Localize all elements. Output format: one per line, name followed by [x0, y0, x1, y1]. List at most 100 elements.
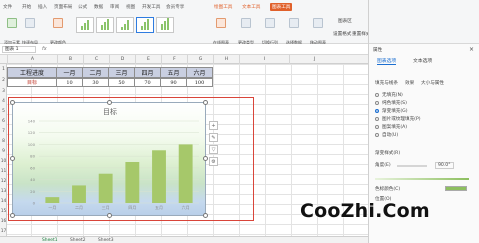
col-header-h[interactable]: H [213, 55, 239, 64]
resize-handle-right[interactable] [203, 156, 208, 161]
bar-chart[interactable]: 目标 0 20 40 60 80 100 120 140 一月 二月 三月 四月 五月 六月 [13, 103, 207, 217]
menu-chart-tools[interactable]: 图表工具 [270, 3, 293, 11]
row-header-13[interactable]: 13 [0, 189, 7, 194]
row-header-10[interactable]: 10 [0, 159, 7, 164]
menu-text-tools[interactable]: 文本工具 [242, 4, 260, 10]
cell-value-4[interactable]: 70 [135, 78, 161, 87]
option-picture-fill[interactable]: 图片或纹理填充(P) [382, 116, 421, 122]
col-header-f[interactable]: F [161, 55, 187, 64]
row-header-3[interactable]: 3 [0, 89, 7, 94]
resize-handle-top-left[interactable] [10, 100, 15, 105]
subtab-size[interactable]: 大小与属性 [421, 80, 444, 86]
option-pattern-fill[interactable]: 图案填充(A) [382, 124, 407, 130]
cell-month-3[interactable]: 三月 [109, 67, 135, 78]
option-solid-fill[interactable]: 纯色填充(S) [382, 100, 407, 106]
sheet-tab-3[interactable]: Sheet3 [98, 238, 114, 243]
bar-2[interactable] [72, 185, 86, 203]
row-header-15[interactable]: 15 [0, 209, 7, 214]
cell-value-2[interactable]: 30 [83, 78, 109, 87]
col-header-j[interactable]: J [289, 55, 339, 64]
bar-4[interactable] [125, 162, 140, 203]
resize-handle-bottom-left[interactable] [10, 213, 15, 218]
row-header-9[interactable]: 9 [0, 149, 7, 154]
row-header-4[interactable]: 4 [0, 99, 7, 104]
row-header-12[interactable]: 12 [0, 179, 7, 184]
menu-review[interactable]: 审阅 [110, 4, 119, 10]
bar-3[interactable] [98, 173, 113, 203]
subtab-fill-line[interactable]: 填充与线条 [375, 80, 398, 86]
change-color-button[interactable]: 更改颜色 [50, 18, 66, 46]
resize-handle-top-right[interactable] [203, 100, 208, 105]
resize-handle-left[interactable] [10, 156, 15, 161]
close-icon[interactable]: × [469, 46, 474, 53]
chart-filter-icon[interactable]: ▽ [209, 145, 218, 154]
col-header-b[interactable]: B [57, 55, 83, 64]
bar-6[interactable] [178, 144, 193, 203]
menu-data[interactable]: 数据 [94, 4, 103, 10]
menu-formula[interactable]: 公式 [78, 4, 87, 10]
chart-settings-icon[interactable]: ⚙ [209, 157, 218, 166]
chart-area[interactable]: 目标 0 20 40 60 80 100 120 140 一月 二月 三月 四月 五月 六月 [12, 102, 206, 216]
change-type-button[interactable]: 更改类型 [238, 18, 254, 46]
select-data-button[interactable]: 选择数据 [286, 18, 302, 46]
online-chart-button[interactable]: 在线图表 [213, 18, 229, 46]
row-header-16[interactable]: 16 [0, 219, 7, 224]
col-header-g[interactable]: G [187, 55, 213, 64]
row-header-1[interactable]: 1 [0, 67, 7, 72]
chart-elements-icon[interactable]: + [209, 121, 218, 130]
menu-insert[interactable]: 插入 [38, 4, 47, 10]
add-element-button[interactable]: 添加元素 [4, 18, 20, 46]
tab-chart-options[interactable]: 图表选项 [377, 57, 397, 65]
option-auto-fill[interactable]: 自动(U) [382, 132, 398, 138]
chart-style-thumb-2[interactable] [96, 17, 114, 33]
angle-slider[interactable] [397, 165, 427, 167]
format-button[interactable]: 设置格式 [333, 31, 351, 37]
row-header-14[interactable]: 14 [0, 199, 7, 204]
radio-auto-fill[interactable] [375, 133, 379, 137]
resize-handle-bottom-right[interactable] [203, 213, 208, 218]
chart-style-thumb-5[interactable] [156, 17, 174, 33]
row-header-8[interactable]: 8 [0, 139, 7, 144]
fx-icon[interactable]: fx [42, 46, 47, 52]
chart-style-thumb-1[interactable] [76, 17, 94, 33]
radio-gradient-fill[interactable] [375, 109, 379, 113]
stop-color-swatch[interactable] [445, 186, 467, 191]
tab-text-options[interactable]: 文本选项 [413, 57, 432, 64]
cell-value-1[interactable]: 10 [57, 78, 83, 87]
bar-5[interactable] [152, 150, 166, 203]
angle-input[interactable]: 90.0° [435, 162, 454, 169]
menu-home[interactable]: 开始 [22, 4, 31, 10]
cell-month-6[interactable]: 六月 [187, 67, 213, 78]
bar-1[interactable] [45, 197, 60, 203]
row-header-11[interactable]: 11 [0, 169, 7, 174]
gradient-stops-bar[interactable] [375, 178, 469, 180]
radio-solid-fill[interactable] [375, 101, 379, 105]
reset-style-button[interactable]: 重置样式 [352, 31, 368, 37]
chart-area-select[interactable]: 图表区 [338, 18, 352, 24]
cell-value-5[interactable]: 90 [161, 78, 187, 87]
switch-rowcol-button[interactable]: 切换行列 [262, 18, 278, 46]
option-gradient-fill[interactable]: 渐变填充(G) [382, 108, 408, 114]
resize-handle-top[interactable] [107, 100, 112, 105]
sheet-tab-2[interactable]: Sheet2 [70, 238, 86, 243]
cell-month-4[interactable]: 四月 [135, 67, 161, 78]
menu-vip[interactable]: 会员专享 [166, 4, 184, 10]
option-no-fill[interactable]: 无填充(N) [382, 92, 403, 98]
chart-style-thumb-4[interactable] [136, 17, 154, 33]
chart-style-thumb-3[interactable] [116, 17, 134, 33]
row-header-6[interactable]: 6 [0, 119, 7, 124]
move-chart-button[interactable]: 移动图表 [310, 18, 326, 46]
col-header-a[interactable]: A [7, 55, 57, 64]
cell-month-2[interactable]: 二月 [83, 67, 109, 78]
row-header-2[interactable]: 2 [0, 78, 7, 83]
subtab-effects[interactable]: 效果 [405, 80, 414, 86]
cell-month-5[interactable]: 五月 [161, 67, 187, 78]
cell-value-3[interactable]: 50 [109, 78, 135, 87]
chart-title[interactable]: 目标 [103, 107, 117, 116]
chart-style-icon[interactable]: ✎ [209, 133, 218, 142]
menu-drawing-tools[interactable]: 绘图工具 [214, 4, 232, 10]
row-header-17[interactable]: 17 [0, 229, 7, 234]
cell-a1-header[interactable]: 工程进度 [7, 67, 57, 78]
quick-layout-button[interactable]: 快速布局 [22, 18, 38, 46]
row-header-5[interactable]: 5 [0, 109, 7, 114]
